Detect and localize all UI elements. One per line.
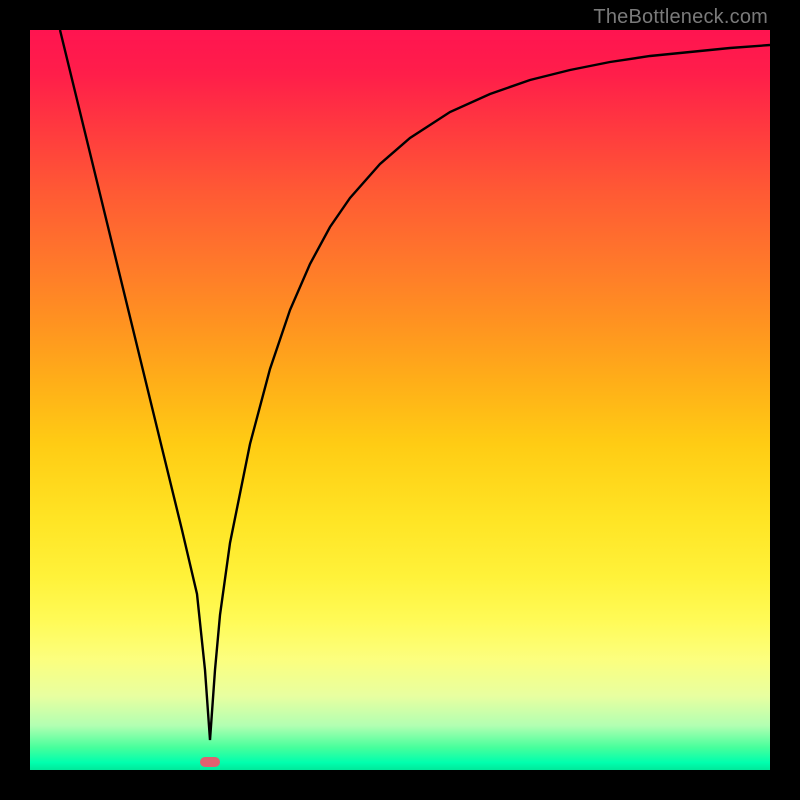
plot-area bbox=[30, 30, 770, 770]
chart-frame: TheBottleneck.com bbox=[0, 0, 800, 800]
minimum-marker bbox=[200, 757, 220, 767]
curve-path bbox=[60, 30, 770, 740]
bottleneck-curve bbox=[30, 30, 770, 770]
watermark-text: TheBottleneck.com bbox=[593, 6, 768, 29]
